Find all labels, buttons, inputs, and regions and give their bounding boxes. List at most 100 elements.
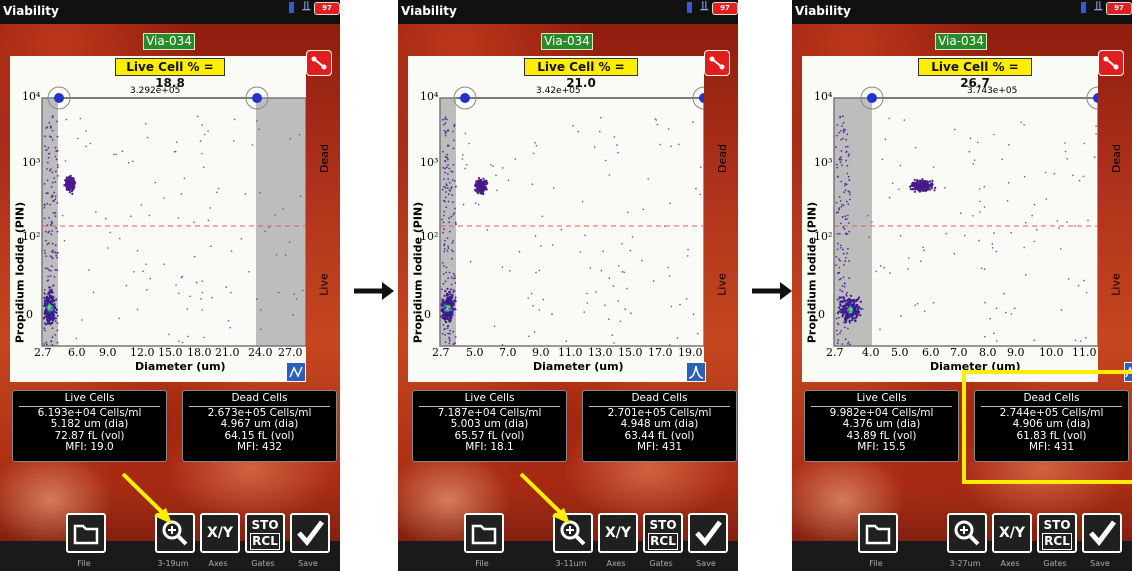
- zoom-button[interactable]: [947, 513, 987, 553]
- checkmark-icon: [1089, 520, 1116, 546]
- scatter-plot[interactable]: [408, 56, 704, 382]
- battery-icon: 97: [712, 2, 738, 15]
- axes-button[interactable]: X/Y: [992, 513, 1032, 553]
- x-tick: 19.0: [678, 346, 703, 359]
- dead-cells-header: Dead Cells: [589, 392, 730, 407]
- y-axis-label: Propidium Iodide (PIN): [411, 201, 425, 344]
- live-dia: 5.182 um (dia): [50, 418, 129, 430]
- dead-dia: 4.948 um (dia): [620, 418, 699, 430]
- axes-label: Axes: [606, 559, 626, 568]
- gate-shade-right: [256, 98, 306, 346]
- file-button[interactable]: [66, 513, 106, 553]
- x-tick: 10.0: [1039, 346, 1064, 359]
- usb-icon: ⫫: [1094, 0, 1102, 14]
- dead-label: Dead: [317, 144, 331, 173]
- peak-curve-icon: [688, 365, 704, 379]
- gate-toggle-button[interactable]: [1098, 50, 1124, 76]
- annotation-arrow: [121, 472, 172, 524]
- x-tick: 21.0: [215, 346, 240, 359]
- live-cell-percent: Live Cell % = 21.0: [524, 58, 638, 90]
- x-tick: 5.0: [891, 346, 909, 359]
- gate-link-icon: [709, 56, 725, 70]
- file-button[interactable]: [464, 513, 504, 553]
- curve-view-button[interactable]: [286, 362, 306, 382]
- gates-button[interactable]: STO RCL: [643, 513, 683, 553]
- screen-panel-3: Viability ⫫ 97 Via-034 3.743e+05 10⁴ 10³…: [792, 0, 1132, 571]
- dead-cells-header: Dead Cells: [189, 392, 330, 407]
- y-axis-label: Propidium Iodide (PIN): [805, 201, 819, 344]
- gate-handle-right-dot: [699, 93, 704, 103]
- rcl-label: RCL: [250, 533, 280, 550]
- save-button[interactable]: [290, 513, 330, 553]
- screen-panel-1: Viability ⫫ 97 Via-034 3.292e+05 10⁴ 10³…: [0, 0, 340, 571]
- app-title: Viability: [795, 4, 851, 18]
- live-cells-stats: Live Cells 9.982e+04 Cells/ml 4.376 um (…: [804, 390, 959, 462]
- x-tick: 8.0: [979, 346, 997, 359]
- folder-icon: [73, 524, 99, 545]
- y-axis-label: Propidium Iodide (PIN): [13, 201, 27, 344]
- plot-area[interactable]: 3.743e+05 10⁴ 10³ 10² 0 Propidium Iodide…: [802, 56, 1132, 382]
- x-ticks: 2.7 4.0 5.0 6.0 7.0 8.0 9.0 10.0 11.0: [802, 346, 1098, 360]
- live-cells-header: Live Cells: [419, 392, 560, 407]
- live-mfi: MFI: 15.5: [857, 441, 906, 453]
- x-tick: 13.0: [588, 346, 613, 359]
- vial-label: Via-034: [935, 33, 987, 50]
- live-dia: 4.376 um (dia): [842, 418, 921, 430]
- dead-label: Dead: [1109, 144, 1123, 173]
- x-axis-label: Diameter (um): [135, 360, 226, 373]
- gate-handle-left-dot: [867, 93, 877, 103]
- file-button[interactable]: [858, 513, 898, 553]
- curve-view-button[interactable]: [686, 362, 706, 382]
- vial-label: Via-034: [143, 33, 195, 50]
- axes-button[interactable]: X/Y: [598, 513, 638, 553]
- save-label: Save: [1090, 559, 1110, 568]
- gates-button[interactable]: STO RCL: [1037, 513, 1077, 553]
- x-tick: 15.0: [158, 346, 183, 359]
- zoom-icon: [954, 520, 980, 546]
- live-mfi: MFI: 19.0: [65, 441, 114, 453]
- gate-handle-left-dot: [460, 93, 470, 103]
- save-button[interactable]: [688, 513, 728, 553]
- dead-cells-stats: Dead Cells 2.701e+05 Cells/ml 4.948 um (…: [582, 390, 737, 462]
- live-label: Live: [317, 273, 331, 296]
- live-cells-header: Live Cells: [19, 392, 160, 407]
- live-cells-stats: Live Cells 7.187e+04 Cells/ml 5.003 um (…: [412, 390, 567, 462]
- gates-label: Gates: [1043, 559, 1067, 568]
- gates-label: Gates: [251, 559, 275, 568]
- save-label: Save: [298, 559, 318, 568]
- dead-dia: 4.967 um (dia): [220, 418, 299, 430]
- sto-label: STO: [1043, 518, 1071, 532]
- x-tick: 7.0: [499, 346, 517, 359]
- transition-arrow-icon: [752, 282, 792, 300]
- x-ticks: 2.7 6.0 9.0 12.0 15.0 18.0 21.0 24.0 27.…: [10, 346, 306, 360]
- x-tick: 15.0: [618, 346, 643, 359]
- x-tick: 9.0: [1007, 346, 1025, 359]
- gate-handle-right-dot: [1093, 93, 1098, 103]
- gate-handle-left-dot: [54, 93, 64, 103]
- x-tick: 6.0: [922, 346, 940, 359]
- plot-area[interactable]: 3.292e+05 10⁴ 10³ 10² 0 Propidium Iodide…: [10, 56, 331, 382]
- gates-label: Gates: [649, 559, 673, 568]
- gate-toggle-button[interactable]: [704, 50, 730, 76]
- y-tick: 10³: [814, 156, 833, 169]
- dead-mfi: MFI: 431: [636, 441, 683, 453]
- x-tick: 4.0: [862, 346, 880, 359]
- file-label: File: [869, 559, 883, 568]
- y-tick: 10³: [420, 156, 439, 169]
- axes-button[interactable]: X/Y: [200, 513, 240, 553]
- usb-icon: ⫫: [302, 0, 310, 14]
- x-tick: 18.0: [187, 346, 212, 359]
- bluetooth-icon: [1081, 2, 1086, 13]
- gates-button[interactable]: STO RCL: [245, 513, 285, 553]
- file-label: File: [77, 559, 91, 568]
- plot-frame: [439, 97, 704, 347]
- live-cells-header: Live Cells: [811, 392, 952, 407]
- gate-toggle-button[interactable]: [306, 50, 332, 76]
- annotation-arrow: [519, 472, 570, 524]
- live-label: Live: [715, 273, 729, 296]
- plot-area[interactable]: 3.42e+05 10⁴ 10³ 10² 0 Propidium Iodide …: [408, 56, 729, 382]
- scatter-plot[interactable]: [10, 56, 306, 382]
- save-button[interactable]: [1082, 513, 1122, 553]
- x-tick: 27.0: [278, 346, 303, 359]
- scatter-plot[interactable]: [802, 56, 1098, 382]
